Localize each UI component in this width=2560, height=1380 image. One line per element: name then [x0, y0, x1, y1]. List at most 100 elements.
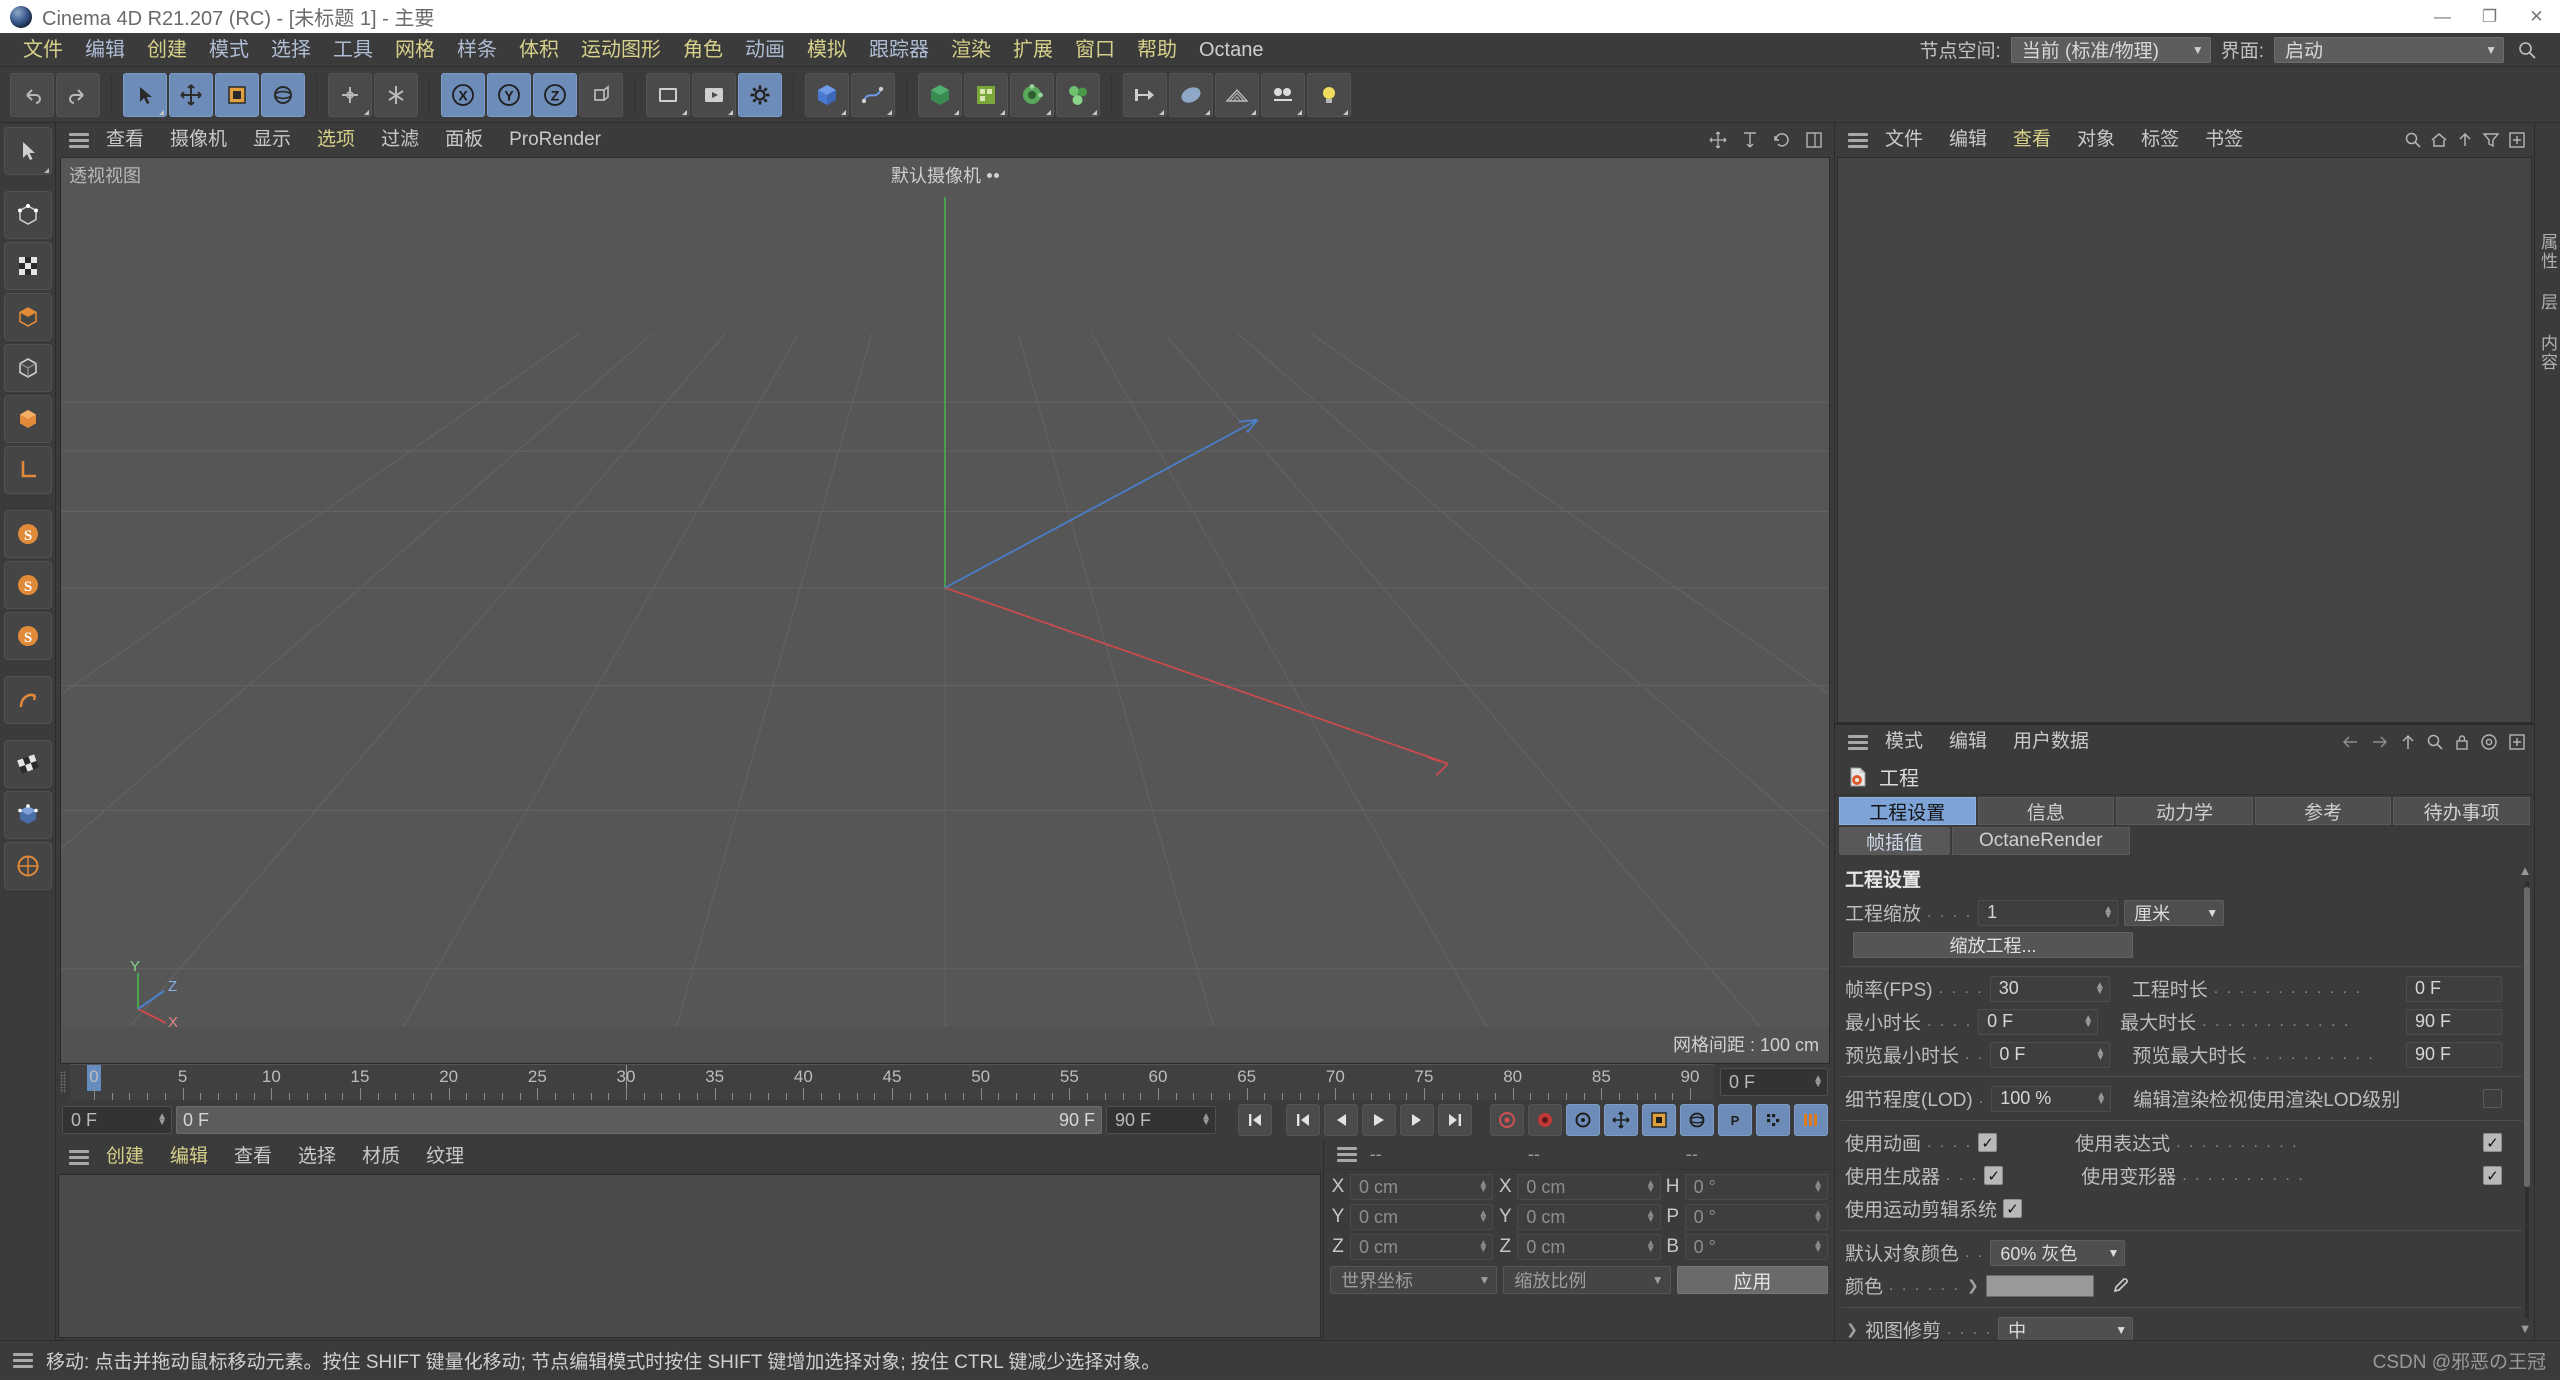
om-menu-file[interactable]: 文件 — [1873, 123, 1935, 157]
tool-texture[interactable] — [3, 740, 52, 788]
use-animation-checkbox[interactable]: ✓ — [1978, 1133, 1998, 1152]
spinner-icon[interactable]: ▲ ▼ — [2083, 1013, 2093, 1029]
spinner-icon[interactable]: ▲ ▼ — [1478, 1209, 1488, 1225]
menu-mograph[interactable]: 运动图形 — [570, 33, 672, 67]
position-key-button[interactable] — [1604, 1104, 1638, 1136]
om-menu-object[interactable]: 对象 — [2065, 123, 2127, 157]
vtab-attributes[interactable]: 属性 — [2535, 233, 2560, 271]
filter-icon[interactable] — [2482, 131, 2500, 149]
view-clipping-select[interactable]: 中 ▼ — [1998, 1316, 2134, 1340]
tool-uv-mesh[interactable] — [3, 791, 52, 839]
floor-button[interactable] — [1215, 72, 1259, 117]
size-y-field[interactable]: 0 cm ▲ ▼ — [1517, 1204, 1661, 1230]
pin-icon[interactable] — [2508, 733, 2526, 751]
eyedropper-icon[interactable] — [2108, 1275, 2130, 1297]
spinner-icon[interactable]: ▲ ▼ — [1478, 1179, 1488, 1195]
spinner-icon[interactable]: ▲ ▼ — [157, 1112, 167, 1128]
color-swatch[interactable] — [1985, 1274, 2094, 1297]
close-button[interactable]: ✕ — [2513, 0, 2560, 33]
default-object-color-select[interactable]: 60% 灰色 ▼ — [1990, 1239, 2126, 1266]
light-button[interactable] — [1307, 72, 1351, 117]
project-scale-unit-select[interactable]: 厘米 ▼ — [2124, 899, 2225, 926]
tab-reference[interactable]: 参考 — [2254, 797, 2392, 825]
render-lod-checkbox[interactable]: ✓ — [2483, 1089, 2502, 1108]
menu-select[interactable]: 选择 — [260, 33, 322, 67]
lock-x-button[interactable]: X — [441, 72, 485, 117]
material-menu-edit[interactable]: 编辑 — [158, 1140, 220, 1174]
rot-b-field[interactable]: 0 ° ▲ ▼ — [1684, 1234, 1828, 1260]
menu-tools[interactable]: 工具 — [322, 33, 384, 67]
f3ps-field[interactable]: 30 ▲ ▼ — [1989, 975, 2110, 1002]
scene-object-button[interactable] — [1056, 72, 1100, 117]
motion-button[interactable] — [1261, 72, 1305, 117]
object-manager-tree[interactable] — [1837, 157, 2532, 723]
coordinate-system-select[interactable]: 世界坐标 ▼ — [1330, 1266, 1498, 1294]
render-region-button[interactable] — [692, 72, 736, 117]
maximize-view-icon[interactable] — [1804, 130, 1824, 150]
chevron-right-icon[interactable]: ❯ — [1966, 1277, 1980, 1294]
viewport-3d[interactable]: 透视视图 默认摄像机 Y Z X 网格间距: 100 cm — [60, 157, 1830, 1064]
menu-simulate[interactable]: 模拟 — [796, 33, 858, 67]
menu-tracker[interactable]: 跟踪器 — [858, 33, 940, 67]
prev-keyframe-button[interactable] — [1286, 1104, 1320, 1136]
keyframe-selection-button[interactable] — [1566, 1104, 1600, 1136]
size-z-field[interactable]: 0 cm ▲ ▼ — [1517, 1234, 1661, 1260]
spinner-icon[interactable]: ▲ ▼ — [1646, 1239, 1656, 1255]
lock-z-button[interactable]: Z — [533, 72, 577, 117]
use-generator-checkbox[interactable]: ✓ — [1984, 1166, 2004, 1185]
apply-button[interactable]: 应用 — [1676, 1266, 1828, 1294]
om-menu-bookmark[interactable]: 书签 — [2193, 123, 2255, 157]
autokeying-button[interactable] — [1528, 1104, 1562, 1136]
menu-octane[interactable]: Octane — [1188, 33, 1274, 67]
up-arrow-icon[interactable] — [2400, 733, 2416, 751]
material-menu-select[interactable]: 选择 — [286, 1140, 348, 1174]
material-manager-body[interactable] — [58, 1174, 1321, 1338]
max-time-field[interactable]: 90 F — [2406, 1008, 2502, 1035]
hamburger-icon[interactable] — [66, 1146, 92, 1168]
pos-y-field[interactable]: 0 cm ▲ ▼ — [1350, 1204, 1494, 1230]
world-axis-button[interactable] — [374, 72, 418, 117]
menu-mesh[interactable]: 网格 — [384, 33, 446, 67]
viewport-menu-options[interactable]: 选项 — [305, 123, 367, 157]
deformer-button[interactable] — [1010, 72, 1054, 117]
rot-h-field[interactable]: 0 ° ▲ ▼ — [1684, 1174, 1828, 1200]
shade-disc-button[interactable] — [1169, 72, 1213, 117]
material-menu-texture[interactable]: 纹理 — [414, 1140, 476, 1174]
scale-key-button[interactable] — [1642, 1104, 1676, 1136]
add-cube-button[interactable] — [805, 72, 849, 117]
play-forward-button[interactable] — [1400, 1104, 1434, 1136]
scale-project-button[interactable]: 缩放工程... — [1853, 932, 2133, 958]
tool-bend[interactable] — [3, 676, 52, 724]
spinner-icon[interactable]: ▲ ▼ — [1813, 1239, 1823, 1255]
spinner-icon[interactable]: ▲ ▼ — [2095, 1046, 2105, 1062]
undo-button[interactable] — [10, 72, 54, 117]
tool-edge-mode[interactable] — [3, 242, 52, 290]
hamburger-icon[interactable] — [1845, 129, 1871, 151]
spinner-icon[interactable]: ▲ ▼ — [1646, 1209, 1656, 1225]
start-frame-field[interactable]: 0 F ▲ ▼ — [62, 1106, 172, 1134]
spinner-icon[interactable]: ▲ ▼ — [2096, 1090, 2106, 1106]
chevron-right-icon[interactable]: ❯ — [1845, 1321, 1859, 1338]
tool-selection[interactable] — [3, 127, 52, 175]
viewport-menu-panel[interactable]: 面板 — [433, 123, 495, 157]
viewport-menu-camera[interactable]: 摄像机 — [158, 123, 239, 157]
viewport-menu-filter[interactable]: 过滤 — [369, 123, 431, 157]
play-backward-button[interactable] — [1324, 1104, 1358, 1136]
menu-window[interactable]: 窗口 — [1064, 33, 1126, 67]
project-length-field[interactable]: 0 F — [2406, 975, 2502, 1002]
menu-create[interactable]: 创建 — [136, 33, 198, 67]
tab-project-settings[interactable]: 工程设置 — [1839, 797, 1976, 825]
maximize-button[interactable]: ❐ — [2466, 0, 2513, 33]
lock-icon[interactable] — [2454, 733, 2470, 751]
tab-todo[interactable]: 待办事项 — [2393, 797, 2530, 825]
zoom-icon[interactable] — [1740, 130, 1760, 150]
use-deformer-checkbox[interactable]: ✓ — [2483, 1166, 2502, 1185]
vtab-layers[interactable]: 层 — [2535, 293, 2560, 312]
minimize-button[interactable]: — — [2419, 0, 2466, 33]
search-icon[interactable] — [2514, 37, 2540, 63]
tab-octane-render[interactable]: OctaneRender — [1952, 827, 2130, 855]
back-arrow-icon[interactable] — [2340, 733, 2360, 751]
tool-point-mode[interactable] — [3, 191, 52, 239]
menu-character[interactable]: 角色 — [672, 33, 734, 67]
spinner-icon[interactable]: ▲ ▼ — [1478, 1239, 1488, 1255]
